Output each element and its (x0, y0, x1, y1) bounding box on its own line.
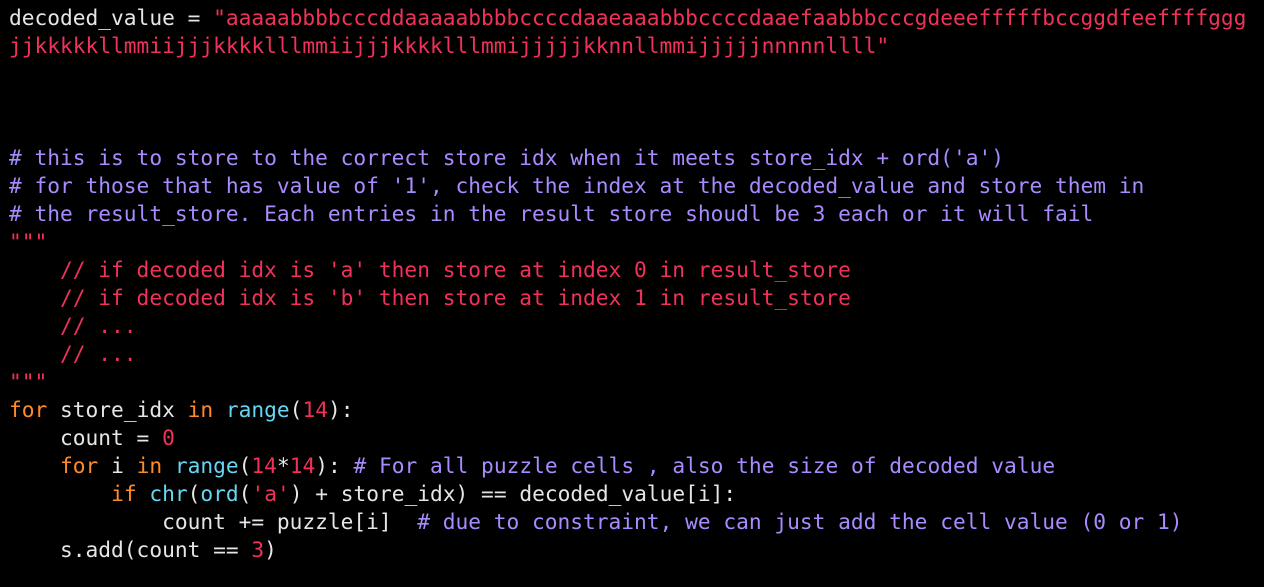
code-token-default: ( (187, 481, 201, 506)
code-line: for store_idx in range(14): (9, 396, 1246, 424)
code-token-string: """ (9, 369, 48, 394)
code-line: # this is to store to the correct store … (9, 144, 1246, 172)
code-line: count = 0 (9, 424, 1246, 452)
code-token-comment: # this is to store to the correct store … (9, 145, 1004, 170)
code-token-default (9, 481, 111, 506)
code-token-default: count += puzzle[i] (9, 509, 418, 534)
code-line: # the result_store. Each entries in the … (9, 200, 1246, 228)
code-token-number: 3 (251, 537, 265, 562)
code-token-string: // ... (9, 313, 137, 338)
code-token-default (162, 453, 175, 478)
code-token-comment: # for those that has value of '1', check… (9, 173, 1145, 198)
code-area[interactable]: decoded_value = "aaaaabbbbcccddaaaaabbbb… (9, 4, 1246, 564)
code-token-keyword: in (187, 397, 214, 422)
code-line: // if decoded idx is 'b' then store at i… (9, 284, 1246, 312)
code-line: for i in range(14*14): # For all puzzle … (9, 452, 1246, 480)
code-line: # for those that has value of '1', check… (9, 172, 1246, 200)
code-editor[interactable]: decoded_value = "aaaaabbbbcccddaaaaabbbb… (0, 0, 1264, 587)
code-token-default: store_idx (47, 397, 188, 422)
code-token-keyword: for (9, 397, 48, 422)
code-token-comment: # due to constraint, we can just add the… (417, 509, 1183, 534)
code-token-string: """ (9, 229, 48, 254)
code-token-default: ): (315, 453, 354, 478)
code-token-keyword: in (136, 453, 163, 478)
code-token-default: count = (9, 425, 163, 450)
code-line: """ (9, 368, 1246, 396)
code-token-string: // if decoded idx is 'a' then store at i… (9, 257, 851, 282)
code-token-default (9, 453, 60, 478)
code-token-comment: # the result_store. Each entries in the … (9, 201, 1094, 226)
code-token-default: decoded_value = (9, 5, 214, 30)
code-token-number: 14 (302, 397, 328, 422)
code-token-default: ): (327, 397, 354, 422)
code-token-default: i (98, 453, 137, 478)
code-token-default: ( (238, 453, 252, 478)
code-token-string: // if decoded idx is 'b' then store at i… (9, 285, 851, 310)
code-line: s.add(count == 3) (9, 536, 1246, 564)
code-token-default: ) + store_idx) == decoded_value[i]: (289, 481, 737, 506)
code-token-default (137, 481, 150, 506)
code-token-string: 'a' (251, 481, 290, 506)
code-token-number: 0 (162, 425, 175, 450)
code-line: jjkkkkkllmmiijjjkkkklllmmiijjjkkkklllmmi… (9, 32, 1246, 60)
code-token-number: 14 (251, 453, 277, 478)
code-token-default: * (276, 453, 290, 478)
code-token-default: ( (238, 481, 252, 506)
code-token-default: s.add(count == (9, 537, 252, 562)
code-line: // if decoded idx is 'a' then store at i… (9, 256, 1246, 284)
code-token-default: ( (289, 397, 303, 422)
code-token-string: // ... (9, 341, 137, 366)
code-token-builtin: chr (149, 481, 188, 506)
code-line: count += puzzle[i] # due to constraint, … (9, 508, 1246, 536)
code-token-builtin: range (174, 453, 239, 478)
code-token-string: jjkkkkkllmmiijjjkkkklllmmiijjjkkkklllmmi… (9, 33, 890, 58)
code-token-number: 14 (289, 453, 316, 478)
code-token-builtin: ord (200, 481, 239, 506)
code-line: decoded_value = "aaaaabbbbcccddaaaaabbbb… (9, 4, 1246, 32)
code-line: // ... (9, 312, 1246, 340)
code-token-builtin: range (225, 397, 290, 422)
code-token-comment: # For all puzzle cells , also the size o… (353, 453, 1056, 478)
code-line: // ... (9, 340, 1246, 368)
code-token-string: "aaaaabbbbcccddaaaaabbbbccccdaaeaaabbbcc… (213, 5, 1247, 30)
code-token-default: ) (264, 537, 277, 562)
code-token-keyword: if (111, 481, 137, 506)
code-line: if chr(ord('a') + store_idx) == decoded_… (9, 480, 1246, 508)
code-token-keyword: for (60, 453, 99, 478)
code-token-default (213, 397, 226, 422)
code-line: """ (9, 228, 1246, 256)
